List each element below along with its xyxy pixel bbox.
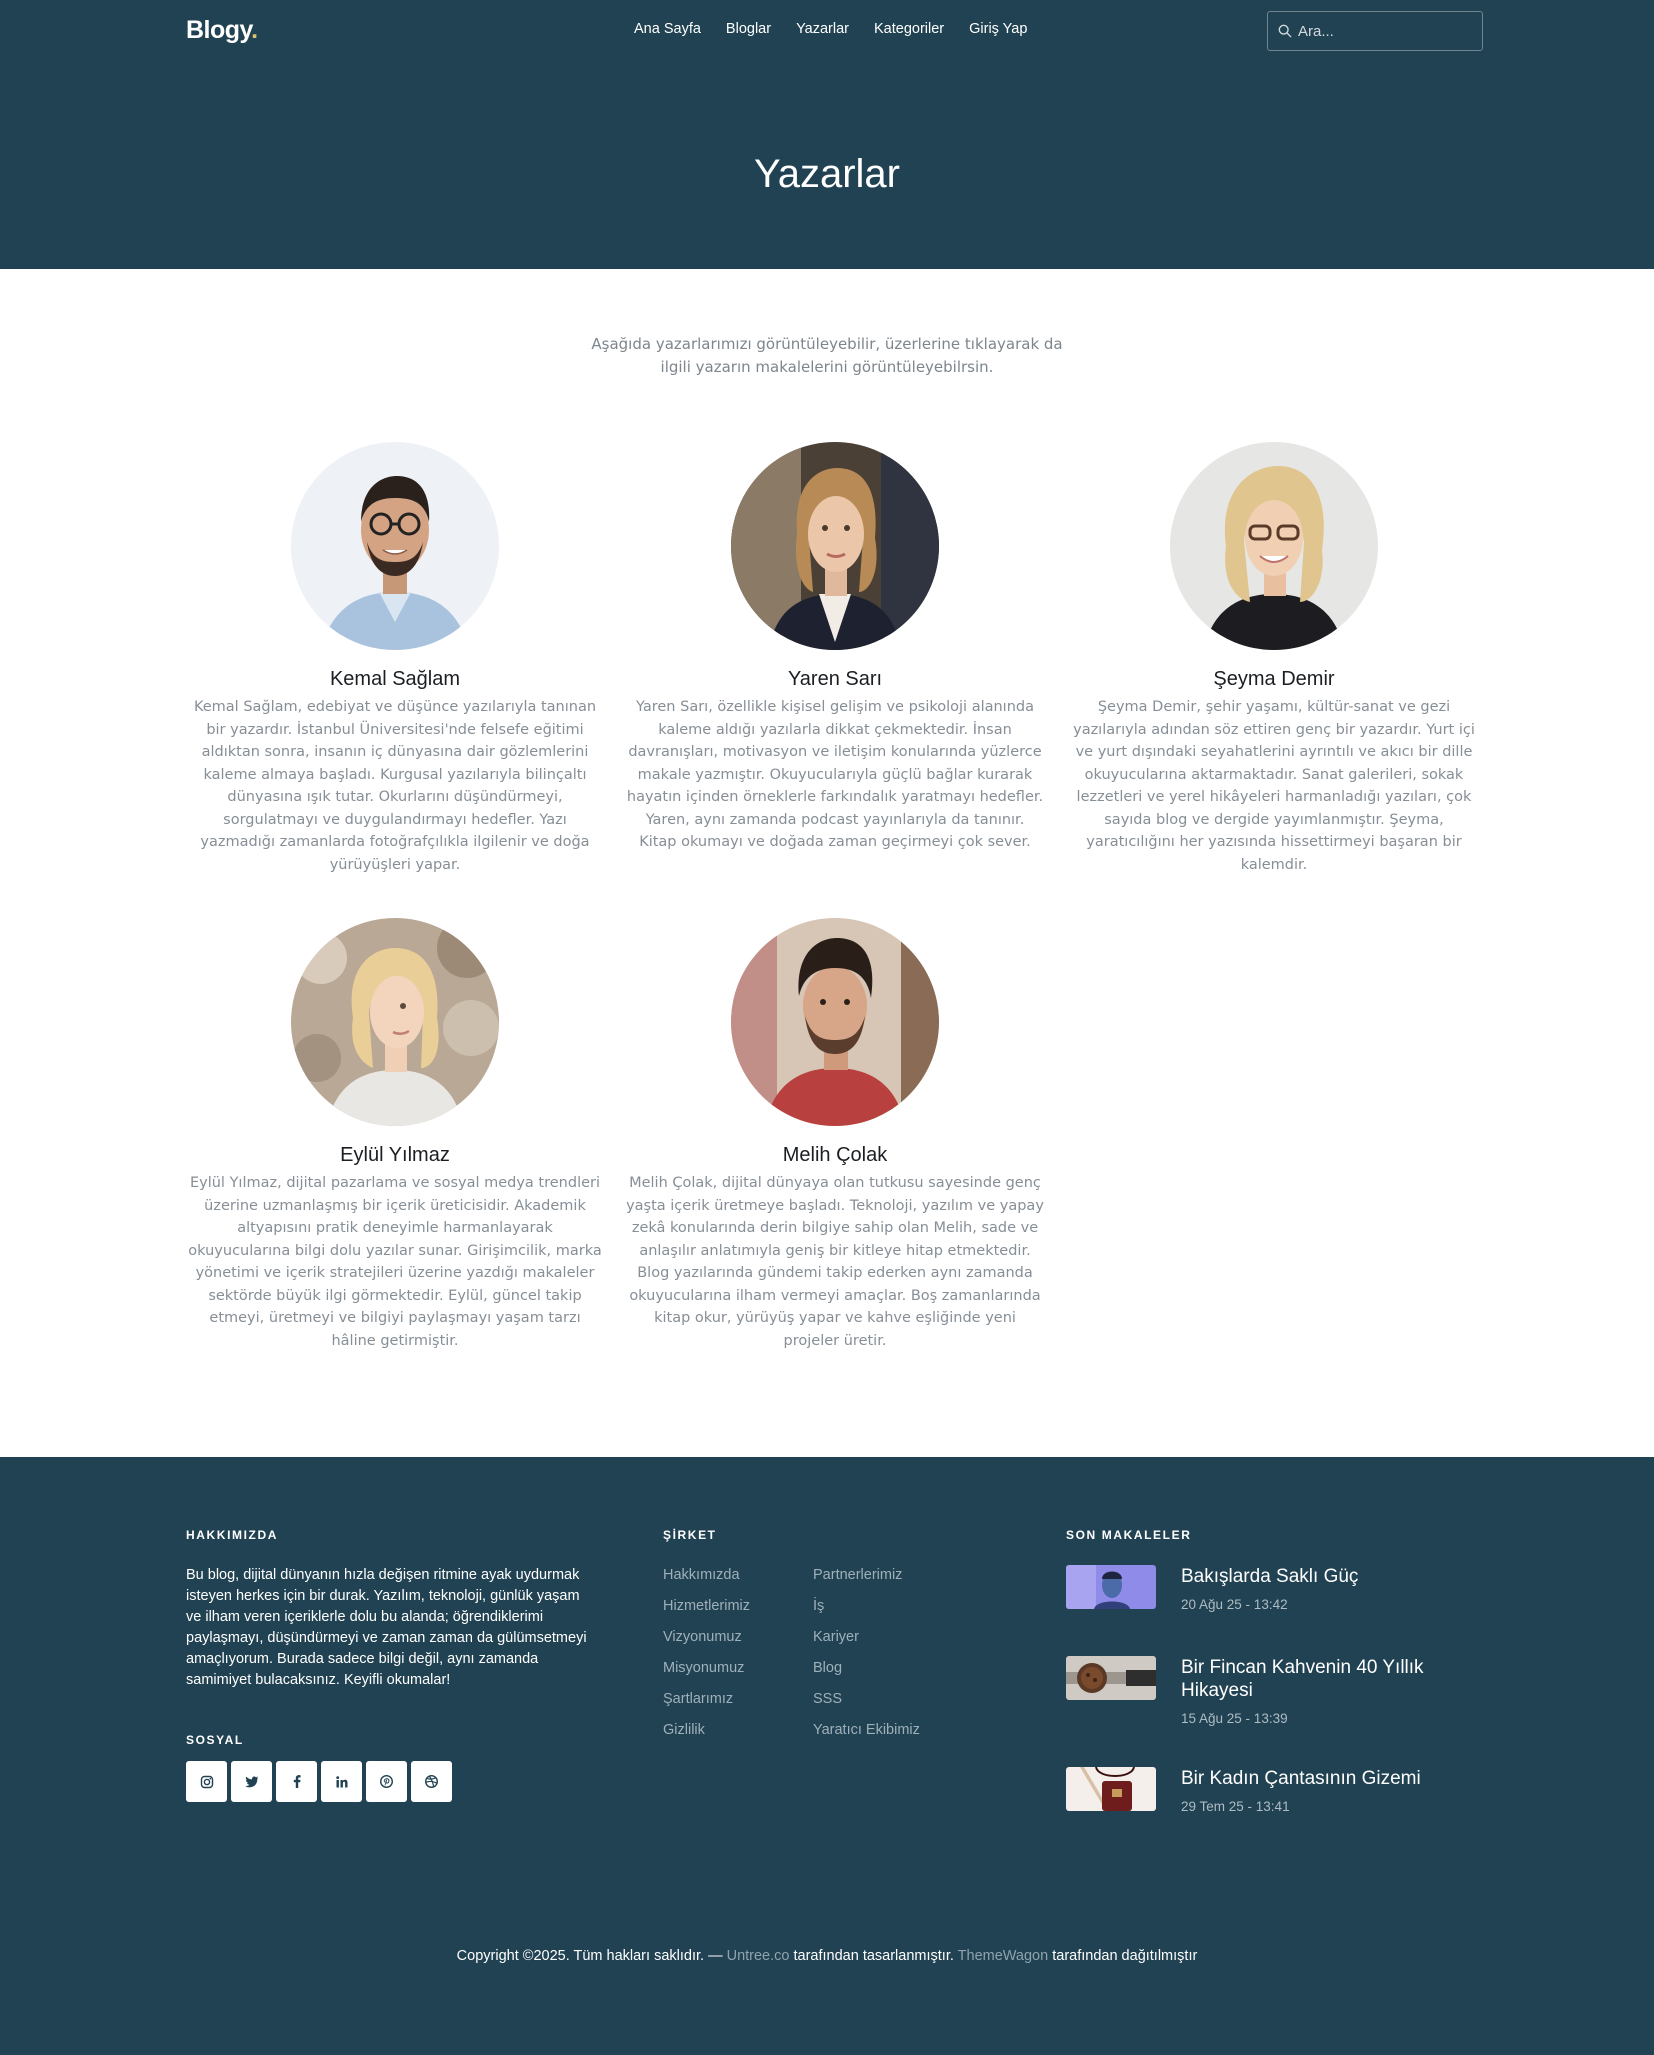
search-icon [1278, 24, 1292, 38]
footer-link-blog[interactable]: Blog [813, 1658, 920, 1689]
footer-link-about[interactable]: Hakkımızda [663, 1565, 750, 1596]
about-text: Bu blog, dijital dünyanın hızla değişen … [186, 1567, 587, 1688]
author-avatar[interactable] [1170, 442, 1378, 650]
footer-link-business[interactable]: İş [813, 1596, 920, 1627]
author-bio: Yaren Sarı, özellikle kişisel gelişim ve… [626, 699, 1044, 850]
facebook-icon[interactable] [276, 1761, 317, 1802]
footer: HAKKIMIZDA Bu blog, dijital dünyanın hız… [0, 1457, 1654, 2055]
footer-link-terms[interactable]: Şartlarımız [663, 1689, 750, 1720]
nav-categories[interactable]: Kategoriler [874, 21, 944, 37]
intro-text: Aşağıda yazarlarımızı görüntüleyebilir, … [591, 335, 1063, 376]
footer-link-privacy[interactable]: Gizlilik [663, 1720, 750, 1751]
dribbble-icon[interactable] [411, 1761, 452, 1802]
company-links-col-1: Hakkımızda Hizmetlerimiz Vizyonumuz Misy… [663, 1565, 750, 1751]
author-card[interactable]: Şeyma Demir Şeyma Demir, şehir yaşamı, k… [1064, 442, 1484, 876]
footer-link-services[interactable]: Hizmetlerimiz [663, 1596, 750, 1627]
post-title[interactable]: Bakışlarda Saklı Güç [1181, 1565, 1481, 1588]
author-avatar[interactable] [731, 442, 939, 650]
footer-link-creative-team[interactable]: Yaratıcı Ekibimiz [813, 1720, 920, 1751]
nav-blogs[interactable]: Bloglar [726, 21, 771, 37]
author-bio: Kemal Sağlam, edebiyat ve düşünce yazıla… [193, 699, 597, 873]
main-nav: Ana Sayfa Bloglar Yazarlar Kategoriler G… [634, 21, 1052, 37]
author-bio: Eylül Yılmaz, dijital pazarlama ve sosya… [188, 1175, 602, 1349]
author-card[interactable]: Eylül Yılmaz Eylül Yılmaz, dijital pazar… [185, 918, 605, 1352]
copyright-suffix: tarafından dağıtılmıştır [1048, 1948, 1198, 1964]
post-thumbnail[interactable] [1066, 1656, 1156, 1700]
author-name[interactable]: Melih Çolak [625, 1142, 1045, 1168]
hero-section: Blogy. Ana Sayfa Bloglar Yazarlar Katego… [0, 0, 1654, 269]
nav-login[interactable]: Giriş Yap [969, 21, 1027, 37]
search-box [1267, 11, 1483, 51]
brand-logo[interactable]: Blogy. [186, 16, 258, 45]
instagram-icon[interactable] [186, 1761, 227, 1802]
post-thumbnail[interactable] [1066, 1767, 1156, 1811]
post-date: 20 Ağu 25 - 13:42 [1181, 1597, 1288, 1612]
copyright: Copyright ©2025. Tüm hakları saklıdır. —… [0, 1948, 1654, 1964]
navbar: Blogy. Ana Sayfa Bloglar Yazarlar Katego… [0, 0, 1654, 62]
author-photo [291, 442, 499, 650]
author-avatar[interactable] [291, 918, 499, 1126]
nav-home[interactable]: Ana Sayfa [634, 21, 701, 37]
author-photo [731, 918, 939, 1126]
company-links-col-2: Partnerlerimiz İş Kariyer Blog SSS Yarat… [813, 1565, 920, 1751]
copyright-prefix: Copyright ©2025. Tüm hakları saklıdır. — [456, 1948, 727, 1964]
about-heading: HAKKIMIZDA [186, 1528, 278, 1542]
author-name[interactable]: Yaren Sarı [625, 666, 1045, 692]
author-avatar[interactable] [291, 442, 499, 650]
post-title[interactable]: Bir Fincan Kahvenin 40 Yıllık Hikayesi [1181, 1656, 1481, 1702]
linkedin-icon[interactable] [321, 1761, 362, 1802]
post-date: 15 Ağu 25 - 13:39 [1181, 1711, 1288, 1726]
post-date: 29 Tem 25 - 13:41 [1181, 1799, 1290, 1814]
author-bio: Şeyma Demir, şehir yaşamı, kültür-sanat … [1073, 699, 1475, 873]
social-heading: SOSYAL [186, 1733, 244, 1747]
footer-link-faq[interactable]: SSS [813, 1689, 920, 1720]
twitter-icon[interactable] [231, 1761, 272, 1802]
distributor-link[interactable]: ThemeWagon [958, 1948, 1049, 1964]
author-photo [291, 918, 499, 1126]
footer-link-partners[interactable]: Partnerlerimiz [813, 1565, 920, 1596]
author-card[interactable]: Melih Çolak Melih Çolak, dijital dünyaya… [625, 918, 1045, 1352]
brand-dot: . [251, 16, 258, 44]
author-name[interactable]: Şeyma Demir [1064, 666, 1484, 692]
company-heading: ŞİRKET [663, 1528, 717, 1542]
footer-link-mission[interactable]: Misyonumuz [663, 1658, 750, 1689]
footer-link-vision[interactable]: Vizyonumuz [663, 1627, 750, 1658]
social-links [186, 1761, 452, 1802]
author-card[interactable]: Yaren Sarı Yaren Sarı, özellikle kişisel… [625, 442, 1045, 854]
post-title[interactable]: Bir Kadın Çantasının Gizemi [1181, 1767, 1481, 1790]
author-photo [1170, 442, 1378, 650]
author-name[interactable]: Kemal Sağlam [185, 666, 605, 692]
footer-link-career[interactable]: Kariyer [813, 1627, 920, 1658]
author-bio: Melih Çolak, dijital dünyaya olan tutkus… [626, 1175, 1044, 1349]
author-photo [731, 442, 939, 650]
designer-link[interactable]: Untree.co [727, 1948, 790, 1964]
pinterest-icon[interactable] [366, 1761, 407, 1802]
brand-name: Blogy [186, 16, 252, 44]
copyright-mid: tarafından tasarlanmıştır. [789, 1948, 958, 1964]
recent-posts-heading: SON MAKALELER [1066, 1528, 1192, 1542]
author-name[interactable]: Eylül Yılmaz [185, 1142, 605, 1168]
author-avatar[interactable] [731, 918, 939, 1126]
page-title: Yazarlar [754, 152, 900, 196]
search-input[interactable] [1298, 22, 1468, 40]
author-card[interactable]: Kemal Sağlam Kemal Sağlam, edebiyat ve d… [185, 442, 605, 876]
post-thumbnail[interactable] [1066, 1565, 1156, 1609]
nav-authors[interactable]: Yazarlar [796, 21, 849, 37]
